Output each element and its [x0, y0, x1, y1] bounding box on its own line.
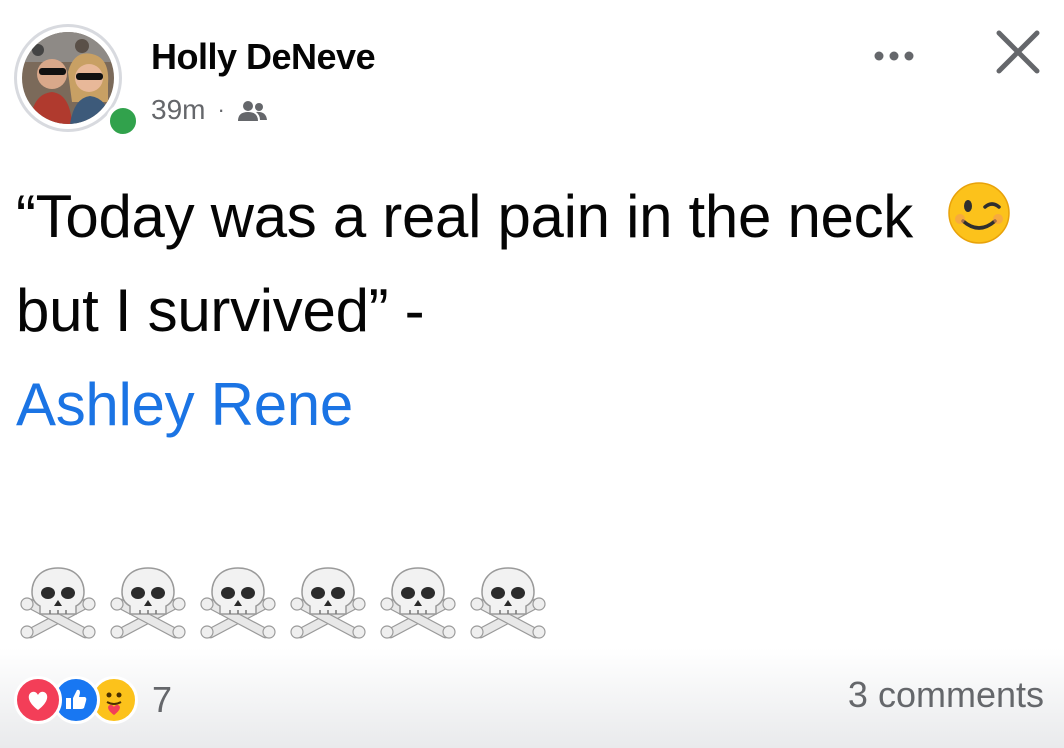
- mention-link[interactable]: Ashley Rene: [16, 371, 353, 438]
- post-text-part1: “Today was a real pain in the neck: [16, 183, 913, 250]
- avatar-photo: [22, 32, 114, 124]
- reaction-count: 7: [152, 679, 173, 720]
- online-status-indicator: [106, 104, 140, 138]
- skull-and-crossbones-emoji: [198, 560, 278, 640]
- post-text-part2: but I survived” -: [16, 277, 425, 344]
- skull-emoji-row: [18, 560, 548, 640]
- comments-count-link[interactable]: 3 comments: [848, 674, 1044, 716]
- close-icon[interactable]: [988, 22, 1048, 82]
- post-footer: 7 3 comments: [0, 648, 1064, 748]
- post-meta: 39m ·: [151, 92, 269, 128]
- post-body: “Today was a real pain in the neck but I…: [16, 170, 1046, 452]
- skull-and-crossbones-emoji: [108, 560, 188, 640]
- author-avatar[interactable]: [14, 24, 140, 138]
- post-header: Holly DeNeve 39m ·: [0, 0, 1064, 150]
- author-name[interactable]: Holly DeNeve: [151, 36, 376, 78]
- meta-separator: ·: [217, 97, 225, 122]
- post-timestamp[interactable]: 39m: [151, 94, 205, 126]
- friends-icon[interactable]: [235, 98, 269, 122]
- winking-face-emoji: [947, 178, 1011, 244]
- reactions-summary[interactable]: 7: [14, 670, 172, 730]
- skull-and-crossbones-emoji: [468, 560, 548, 640]
- more-options-icon[interactable]: [862, 36, 926, 76]
- love-reaction-icon: [14, 676, 62, 724]
- skull-and-crossbones-emoji: [378, 560, 458, 640]
- skull-and-crossbones-emoji: [288, 560, 368, 640]
- skull-and-crossbones-emoji: [18, 560, 98, 640]
